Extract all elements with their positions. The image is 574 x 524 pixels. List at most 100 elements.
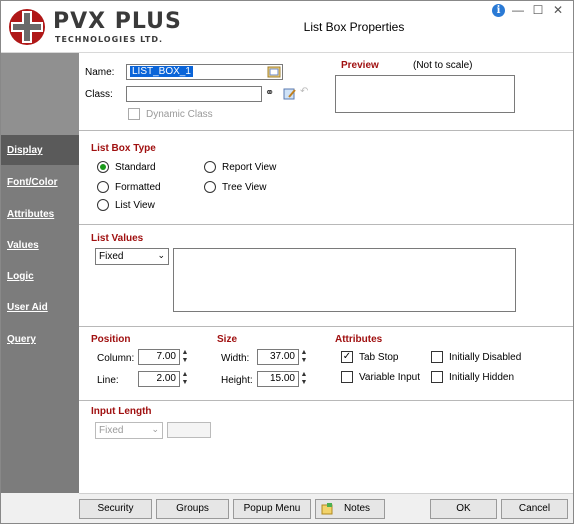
list-values-editor[interactable] [173, 248, 516, 312]
name-picker-icon[interactable] [267, 65, 281, 79]
height-input[interactable]: 15.00 [257, 371, 299, 387]
footer-bar: Security Groups Popup Menu Notes OK Canc… [79, 493, 573, 523]
class-input[interactable] [126, 86, 262, 102]
width-spinner-icon[interactable]: ▲ ▼ [300, 349, 308, 367]
groups-button[interactable]: Groups [156, 499, 229, 519]
info-icon[interactable]: i [492, 3, 505, 17]
radio-standard-dot [97, 161, 109, 173]
radio-formatted[interactable]: Formatted [97, 181, 161, 193]
radio-tree-view[interactable]: Tree View [204, 181, 266, 193]
tab-stop-checkbox[interactable]: ✓ Tab Stop [341, 351, 398, 363]
variable-input-label: Variable Input [359, 371, 420, 383]
tab-stop-check-icon: ✓ [341, 351, 353, 363]
section-divider [79, 130, 573, 131]
variable-input-checkbox[interactable]: Variable Input [341, 371, 420, 383]
maximize-icon[interactable]: ☐ [531, 3, 545, 17]
radio-list-view-label: List View [115, 199, 155, 211]
window-controls: i — ☐ ✕ [492, 3, 565, 17]
sidebar: Display Font/Color Attributes Values Log… [1, 53, 79, 493]
notes-button[interactable]: Notes [315, 499, 385, 519]
name-input[interactable]: LIST_BOX_1 [126, 64, 283, 80]
attributes-title: Attributes [335, 334, 383, 345]
sidebar-item-values[interactable]: Values [1, 230, 79, 260]
height-spinner-icon[interactable]: ▲ ▼ [300, 371, 308, 389]
width-input[interactable]: 37.00 [257, 349, 299, 365]
initially-disabled-label: Initially Disabled [449, 351, 522, 363]
position-title: Position [91, 334, 131, 345]
title-bar: PVX PLUS TECHNOLOGIES LTD. List Box Prop… [1, 1, 573, 53]
initially-hidden-box [431, 371, 443, 383]
sidebar-item-attributes[interactable]: Attributes [1, 199, 79, 229]
properties-panel: Name: LIST_BOX_1 Class: ⚭ ↶ Dynamic Clas… [79, 53, 573, 493]
chevron-down-icon: ⌄ [151, 424, 159, 434]
brand-name: PVX PLUS [53, 9, 182, 34]
sidebar-item-display[interactable]: Display [1, 135, 79, 165]
notes-label: Notes [343, 503, 371, 514]
list-values-mode-value: Fixed [99, 251, 124, 262]
list-values-mode-select[interactable]: Fixed ⌄ [95, 248, 169, 265]
name-label: Name: [85, 67, 115, 78]
preview-note: (Not to scale) [413, 60, 473, 71]
pvx-logo-icon [9, 9, 45, 45]
radio-formatted-dot [97, 181, 109, 193]
close-icon[interactable]: ✕ [551, 3, 565, 17]
input-length-mode-value: Fixed [99, 425, 124, 436]
name-value: LIST_BOX_1 [130, 66, 193, 77]
binoculars-icon[interactable]: ⚭ [265, 86, 274, 99]
dynamic-class-checkbox[interactable]: Dynamic Class [128, 108, 213, 120]
class-label: Class: [85, 89, 113, 100]
width-label: Width: [221, 353, 250, 364]
ok-button[interactable]: OK [430, 499, 497, 519]
initially-disabled-checkbox[interactable]: Initially Disabled [431, 351, 521, 363]
preview-title: Preview [341, 60, 379, 71]
brand-subtitle: TECHNOLOGIES LTD. [55, 35, 164, 44]
class-edit-icon[interactable] [283, 87, 297, 101]
chevron-down-icon: ⌄ [157, 250, 165, 260]
radio-report-view-dot [204, 161, 216, 173]
list-box-type-title: List Box Type [91, 143, 156, 154]
tab-stop-label: Tab Stop [359, 351, 399, 363]
radio-tree-view-label: Tree View [222, 181, 267, 193]
line-spinner-icon[interactable]: ▲ ▼ [181, 371, 189, 389]
initially-disabled-box [431, 351, 443, 363]
dynamic-class-label: Dynamic Class [146, 108, 213, 120]
section-divider [79, 400, 573, 401]
class-link-icon[interactable]: ↶ [300, 86, 308, 97]
input-length-title: Input Length [91, 406, 152, 417]
radio-list-view[interactable]: List View [97, 199, 155, 211]
radio-list-view-dot [97, 199, 109, 211]
dialog-window: PVX PLUS TECHNOLOGIES LTD. List Box Prop… [0, 0, 574, 524]
dynamic-class-box [128, 108, 140, 120]
initially-hidden-label: Initially Hidden [449, 371, 515, 383]
line-label: Line: [97, 375, 119, 386]
minimize-icon[interactable]: — [511, 3, 525, 17]
notes-icon [321, 503, 333, 515]
sidebar-item-user-aid[interactable]: User Aid [1, 292, 79, 322]
sidebar-item-font-color[interactable]: Font/Color [1, 167, 79, 197]
size-title: Size [217, 334, 238, 345]
initially-hidden-checkbox[interactable]: Initially Hidden [431, 371, 514, 383]
security-button[interactable]: Security [79, 499, 152, 519]
cancel-button[interactable]: Cancel [501, 499, 568, 519]
column-label: Column: [97, 353, 135, 364]
preview-area [335, 75, 515, 113]
list-values-title: List Values [91, 233, 144, 244]
sidebar-item-query[interactable]: Query [1, 324, 79, 354]
column-spinner-icon[interactable]: ▲ ▼ [181, 349, 189, 367]
radio-tree-view-dot [204, 181, 216, 193]
section-divider [79, 326, 573, 327]
section-divider [79, 224, 573, 225]
input-length-input[interactable] [167, 422, 211, 438]
radio-report-view[interactable]: Report View [204, 161, 276, 173]
sidebar-item-logic[interactable]: Logic [1, 261, 79, 291]
input-length-mode-select[interactable]: Fixed ⌄ [95, 422, 163, 439]
column-input[interactable]: 7.00 [138, 349, 180, 365]
radio-standard[interactable]: Standard [97, 161, 156, 173]
radio-standard-label: Standard [115, 161, 156, 173]
variable-input-box [341, 371, 353, 383]
line-input[interactable]: 2.00 [138, 371, 180, 387]
radio-formatted-label: Formatted [115, 181, 161, 193]
popup-menu-button[interactable]: Popup Menu [233, 499, 311, 519]
window-title: List Box Properties [303, 20, 405, 34]
sidebar-header [1, 53, 79, 135]
